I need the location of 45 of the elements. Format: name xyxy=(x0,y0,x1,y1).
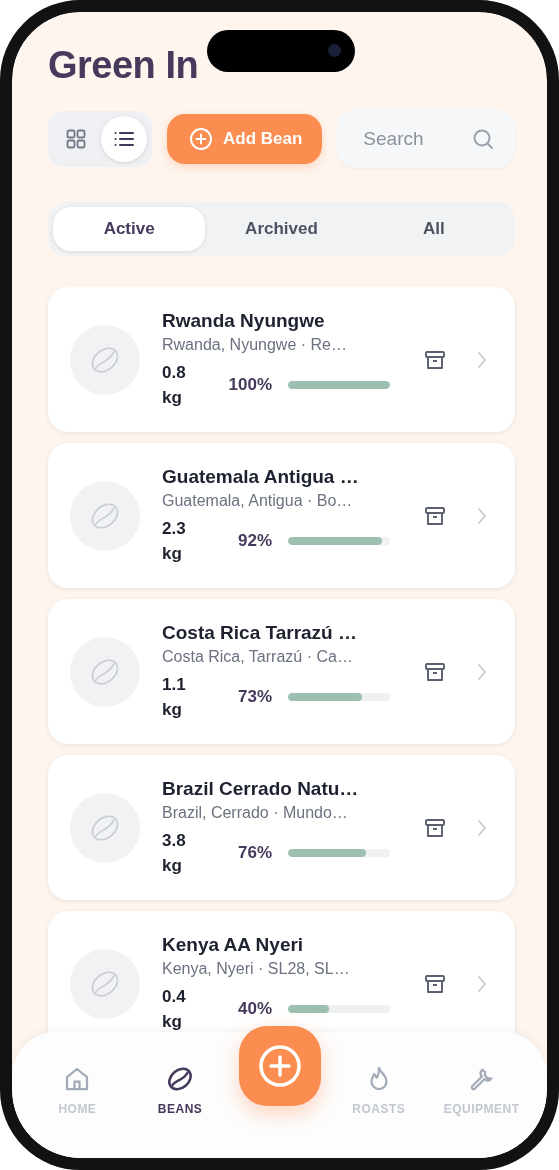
nav-tab[interactable]: BEANS xyxy=(128,1064,232,1116)
grid-icon xyxy=(64,127,88,151)
remaining-percent: 92% xyxy=(236,530,272,551)
chevron-right-icon xyxy=(477,350,487,369)
chevron-right-icon xyxy=(477,506,487,525)
bean-name: Guatemala Antigua … xyxy=(162,465,360,488)
bean-name: Kenya AA Nyeri xyxy=(162,933,305,956)
coffee-bean-icon xyxy=(70,636,140,707)
coffee-bean-icon xyxy=(70,948,140,1019)
bean-weight: 0.8 kg xyxy=(162,361,187,409)
chevron-right-icon xyxy=(477,974,487,993)
remaining-percent: 76% xyxy=(236,842,272,863)
remaining-percent: 73% xyxy=(236,686,272,707)
bean-card[interactable]: Brazil Cerrado Natu… Brazil, Cerrado · Mundo… 3.8 kg 76% xyxy=(48,755,515,900)
bean-weight: 1.1 kg xyxy=(162,673,187,721)
chevron-right-icon xyxy=(477,662,487,681)
coffee-bean-icon xyxy=(70,792,140,863)
plus-circle-icon xyxy=(189,127,213,151)
coffee-bean-icon xyxy=(70,480,140,551)
bean-origin: Brazil, Cerrado · Mundo… xyxy=(162,803,349,822)
remaining-percent: 100% xyxy=(227,374,272,395)
bean-origin: Rwanda, Nyungwe · Re… xyxy=(162,335,348,354)
bean-card[interactable]: Rwanda Nyungwe Rwanda, Nyungwe · Re… 0.8 kg 100% xyxy=(48,287,515,432)
bean-origin: Kenya, Nyeri · SL28, SL… xyxy=(162,959,351,978)
page-title: Green In xyxy=(48,43,199,88)
remaining-percent: 40% xyxy=(236,998,272,1019)
search-icon xyxy=(471,127,495,151)
filter-tab[interactable]: Active xyxy=(53,207,206,251)
bean-origin: Costa Rica, Tarrazú · Ca… xyxy=(162,647,354,666)
bean-card[interactable]: Guatemala Antigua … Guatemala, Antigua · Bo… 2.3 kg 92% xyxy=(48,443,515,588)
search-field[interactable]: Search xyxy=(337,110,515,168)
bean-name: Costa Rica Tarrazú … xyxy=(162,621,358,644)
bean-name: Brazil Cerrado Natu… xyxy=(162,777,360,800)
bean-weight: 0.4 kg xyxy=(162,985,187,1033)
bean-name: Rwanda Nyungwe xyxy=(162,309,326,332)
bean-card[interactable]: Costa Rica Tarrazú … Costa Rica, Tarrazú · Ca… 1.1 kg 73% xyxy=(48,599,515,744)
list-view-button[interactable] xyxy=(101,116,147,162)
filter-tab[interactable]: Archived xyxy=(205,207,358,251)
bean-weight: 2.3 kg xyxy=(162,517,187,565)
bean-origin: Guatemala, Antigua · Bo… xyxy=(162,491,354,510)
chevron-right-icon xyxy=(477,818,487,837)
bean-weight: 3.8 kg xyxy=(162,829,187,877)
plus-circle-icon xyxy=(257,1044,302,1088)
filter-tab[interactable]: All xyxy=(357,207,510,251)
coffee-bean-icon xyxy=(70,324,140,395)
